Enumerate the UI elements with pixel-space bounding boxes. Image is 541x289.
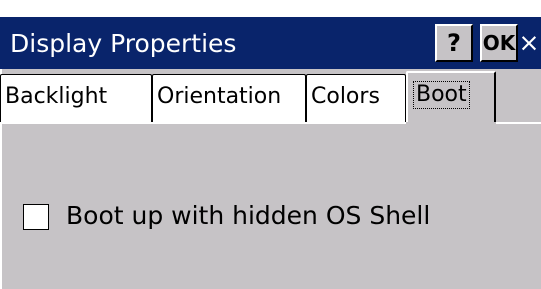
tab-backlight-label: Backlight bbox=[5, 84, 108, 109]
ok-button[interactable]: OK bbox=[480, 24, 518, 62]
tab-orientation[interactable]: Orientation bbox=[152, 74, 306, 122]
hidden-os-shell-label[interactable]: Boot up with hidden OS Shell bbox=[66, 198, 430, 234]
hidden-os-shell-checkbox[interactable] bbox=[23, 204, 49, 230]
display-properties-window: Display Properties ? OK × Backlight Orie… bbox=[0, 0, 541, 289]
help-button[interactable]: ? bbox=[435, 24, 473, 62]
tab-divider-right bbox=[496, 122, 541, 124]
tab-colors[interactable]: Colors bbox=[306, 74, 406, 122]
tab-boot-label: Boot bbox=[413, 81, 470, 109]
tab-colors-label: Colors bbox=[311, 84, 380, 109]
tab-backlight[interactable]: Backlight bbox=[0, 74, 152, 122]
window-title: Display Properties bbox=[10, 29, 237, 58]
tab-boot[interactable]: Boot bbox=[406, 71, 496, 122]
close-button[interactable]: × bbox=[517, 24, 541, 62]
tab-divider bbox=[0, 122, 406, 124]
tab-orientation-label: Orientation bbox=[157, 84, 282, 109]
